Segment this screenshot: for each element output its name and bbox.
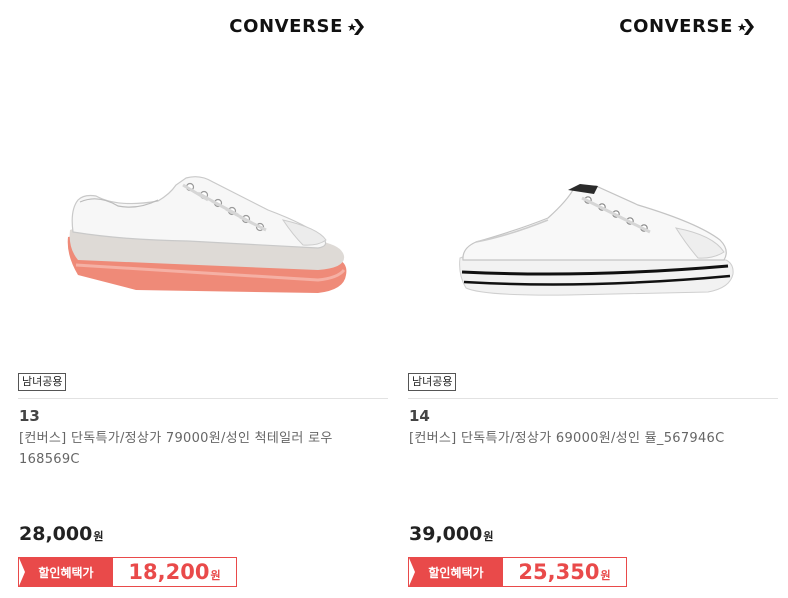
- product-card[interactable]: CONVERSE 남녀공용 14 [컨버스] 단독특가/정상가 69000원/성…: [408, 0, 778, 598]
- discount-label: 할인혜택가: [409, 558, 503, 586]
- product-number: 14: [409, 407, 430, 425]
- discount-benefit-box: 할인혜택가 18,200 원: [18, 557, 237, 587]
- product-image[interactable]: [18, 60, 388, 360]
- discount-benefit-box: 할인혜택가 25,350 원: [408, 557, 627, 587]
- brand-logo: CONVERSE: [619, 16, 755, 37]
- price-currency: 원: [483, 530, 494, 543]
- discount-label: 할인혜택가: [19, 558, 113, 586]
- gender-tag: 남녀공용: [408, 373, 457, 391]
- discount-price-value: 25,350: [518, 560, 600, 584]
- gender-tag: 남녀공용: [18, 373, 67, 391]
- discount-price-value: 18,200: [128, 560, 210, 584]
- converse-star-chevron-icon: [737, 18, 754, 35]
- product-title[interactable]: [컨버스] 단독특가/정상가 69000원/성인 뮬_567946C: [409, 428, 754, 449]
- discount-price-currency: 원: [210, 569, 221, 582]
- converse-star-chevron-icon: [347, 18, 364, 35]
- discount-price: 25,350 원: [503, 558, 626, 586]
- product-image[interactable]: [408, 60, 778, 360]
- price-value: 28,000: [19, 523, 93, 545]
- product-number: 13: [19, 407, 40, 425]
- divider: [408, 398, 778, 399]
- price-currency: 원: [93, 530, 104, 543]
- discount-price-currency: 원: [600, 569, 611, 582]
- price-value: 39,000: [409, 523, 483, 545]
- product-price: 39,000원: [409, 523, 493, 545]
- brand-logo: CONVERSE: [229, 16, 365, 37]
- divider: [18, 398, 388, 399]
- product-title[interactable]: [컨버스] 단독특가/정상가 79000원/성인 척테일러 로우 168569C: [19, 428, 364, 470]
- product-card[interactable]: CONVERSE 남녀공용 13 [컨버스] 단독특가/정상가 79000원/성…: [18, 0, 388, 598]
- brand-name: CONVERSE: [229, 16, 343, 37]
- brand-name: CONVERSE: [619, 16, 733, 37]
- discount-price: 18,200 원: [113, 558, 236, 586]
- product-price: 28,000원: [19, 523, 103, 545]
